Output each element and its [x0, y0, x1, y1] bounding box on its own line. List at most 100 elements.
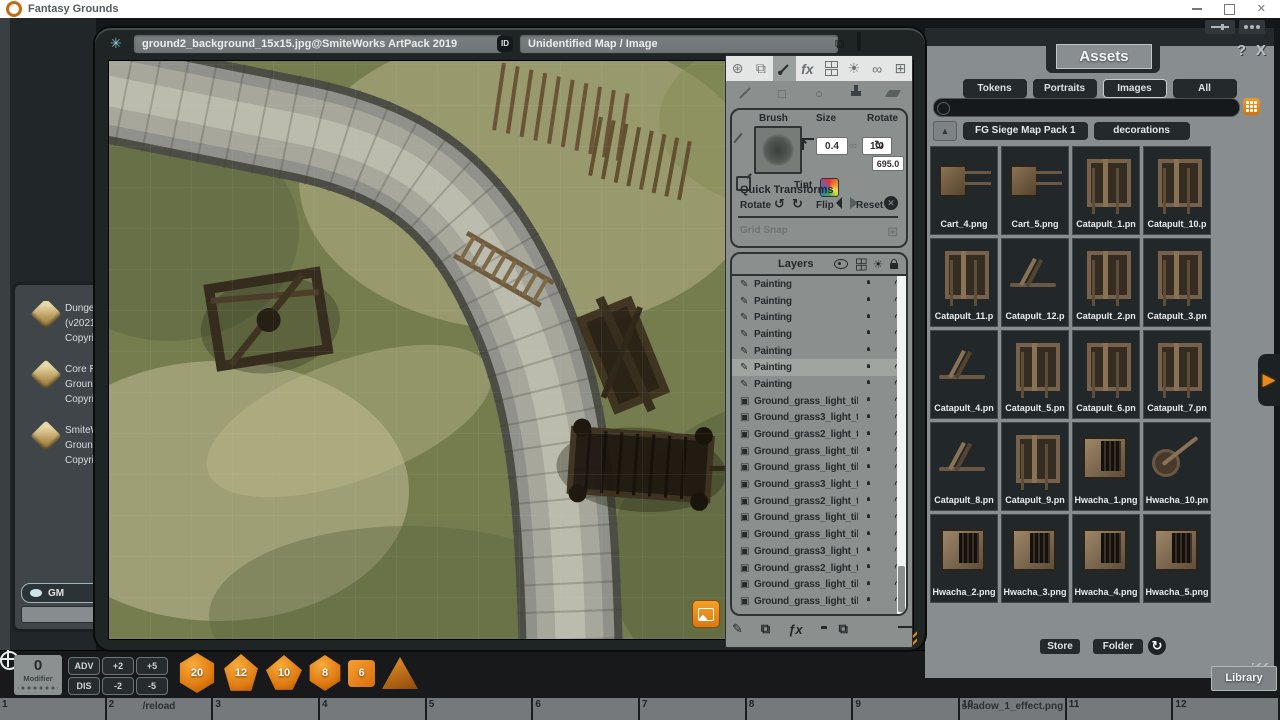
layer-row[interactable]: ✎ Painting [732, 309, 906, 326]
restore-icon[interactable] [1224, 4, 1235, 15]
asset-tile[interactable]: Catapult_3.pn [1143, 238, 1211, 327]
layer-row[interactable]: ▣ Ground_grass3_light_til... [732, 543, 906, 560]
breadcrumb-chip[interactable]: decorations [1094, 122, 1190, 140]
asset-tab[interactable]: Images [1103, 79, 1167, 98]
layer-row[interactable]: ✎ Painting [732, 293, 906, 310]
die[interactable]: 20 [178, 653, 216, 693]
layer-row[interactable]: ✎ Painting [732, 376, 906, 393]
lock-icon[interactable] [857, 34, 861, 52]
grid-mode-icon[interactable]: ⊞ [889, 56, 912, 81]
layer-row[interactable]: ▣ Ground_grass_light_tile... [732, 443, 906, 460]
brush-rotate-input[interactable] [872, 156, 904, 171]
asset-tile[interactable]: Hwacha_4.png [1072, 514, 1140, 603]
panel-close-icon[interactable]: X [1256, 42, 1266, 59]
asset-tile[interactable]: Cart_4.png [930, 146, 998, 235]
refresh-icon[interactable]: ↻ [1148, 637, 1166, 655]
layer-row[interactable]: ▣ Ground_grass3_light_til... [732, 476, 906, 493]
grid-view-button[interactable] [1243, 98, 1260, 115]
layer-row[interactable]: ▣ Ground_grass_light_tile... [732, 576, 906, 593]
grid-snap-label[interactable]: Grid Snap [740, 225, 788, 236]
layer-row[interactable]: ▣ Ground_grass_light_tile... [732, 460, 906, 477]
line-tool-icon[interactable] [726, 81, 763, 105]
asset-tile[interactable]: Catapult_12.p [1001, 238, 1069, 327]
layer-row[interactable]: ✎ Painting [732, 276, 906, 293]
layer-row[interactable]: ▣ Ground_grass2_light_til... [732, 560, 906, 577]
asset-tile[interactable]: Catapult_11.p [930, 238, 998, 327]
die[interactable]: 10 [266, 655, 302, 691]
asset-tile[interactable]: Catapult_4.pn [930, 330, 998, 419]
lighting-all-icon[interactable]: ☀ [873, 258, 883, 271]
brush-preview[interactable] [754, 126, 802, 174]
rotate-dial-icon[interactable]: ↻ [874, 138, 884, 152]
add-paint-layer-icon[interactable]: ✎ [732, 621, 743, 637]
hotkey-slot[interactable]: 9 [853, 698, 960, 720]
asset-tile[interactable]: Catapult_8.pn [930, 422, 998, 511]
share-cards-icon[interactable]: ⧉ [835, 36, 844, 52]
map-file-field[interactable]: ground2_background_15x15.jpg@SmiteWorks … [133, 34, 503, 54]
map-name-field[interactable]: Unidentified Map / Image [519, 34, 839, 54]
minus5-button[interactable]: -5 [136, 677, 168, 695]
toolbar-users-button[interactable] [1239, 20, 1265, 34]
asset-tile[interactable]: Hwacha_1.png [1072, 422, 1140, 511]
layers-mode-icon[interactable]: ⧉ [749, 56, 772, 81]
hotkey-slot[interactable]: 6 [533, 698, 640, 720]
adv-button[interactable]: ADV [68, 657, 100, 675]
layer-row[interactable]: ▣ Ground_grass2_light_til... [732, 426, 906, 443]
dis-button[interactable]: DIS [68, 677, 100, 695]
link-mode-icon[interactable]: ∞ [866, 56, 889, 81]
layers-scrollbar[interactable] [897, 276, 906, 614]
close-icon[interactable]: ✕ [1257, 4, 1266, 15]
add-stack-layer-icon[interactable]: ⧉ [761, 621, 770, 637]
paint-mode-icon[interactable] [773, 56, 796, 81]
rotate-ccw-icon[interactable]: ↺ [774, 196, 785, 212]
asset-tab[interactable]: Portraits [1033, 79, 1097, 98]
breadcrumb-chip[interactable]: FG Siege Map Pack 1 [963, 122, 1088, 140]
brush-size-input[interactable] [816, 137, 848, 155]
asset-tab[interactable]: Tokens [963, 79, 1027, 98]
die[interactable]: 12 [223, 654, 259, 692]
layer-row[interactable]: ✎ Painting [732, 359, 906, 376]
hotkey-slot[interactable]: 11 [1067, 698, 1174, 720]
reset-icon[interactable]: ✕ [884, 196, 898, 210]
minimize-icon[interactable] [1192, 8, 1202, 10]
compass-mode-icon[interactable]: ⊛ [726, 56, 749, 81]
eraser-tool-icon[interactable] [875, 81, 912, 105]
folder-button[interactable]: Folder [1093, 639, 1143, 654]
layer-row[interactable]: ▣ Ground_grass_light_tile... [732, 526, 906, 543]
plus5-button[interactable]: +5 [136, 657, 168, 675]
breadcrumb-up-button[interactable]: ▲ [933, 121, 957, 141]
library-button[interactable]: Library [1211, 666, 1277, 691]
toolbar-slider-button[interactable] [1205, 20, 1235, 34]
asset-tile[interactable]: Catapult_6.pn [1072, 330, 1140, 419]
asset-tile[interactable]: Catapult_5.pn [1001, 330, 1069, 419]
hotkey-slot[interactable]: 8 [747, 698, 854, 720]
rectangle-tool-icon[interactable]: □ [763, 81, 800, 105]
asset-tile[interactable]: Catapult_2.pn [1072, 238, 1140, 327]
effects-mode-icon[interactable]: fx [796, 56, 819, 81]
asset-tile[interactable]: Hwacha_10.pn [1143, 422, 1211, 511]
rotate-cw-icon[interactable]: ↻ [792, 196, 803, 212]
token-grid-icon[interactable] [856, 258, 865, 270]
asset-search-input[interactable] [933, 98, 1240, 117]
asset-tile[interactable]: Catapult_1.pn [1072, 146, 1140, 235]
hotkey-slot[interactable]: 7 [640, 698, 747, 720]
die[interactable]: 8 [309, 655, 341, 691]
hotkey-slot[interactable]: 1 [0, 698, 107, 720]
shortcut-asterisk-icon[interactable]: ✳ [110, 35, 122, 52]
layer-row[interactable]: ▣ Ground_grass3_light_til... [732, 410, 906, 427]
layer-row[interactable]: ✎ Painting [732, 326, 906, 343]
layer-row[interactable]: ▣ Ground_grass2_light_til... [732, 493, 906, 510]
minus2-button[interactable]: -2 [102, 677, 134, 695]
duplicate-layer-icon[interactable]: ⧉ [839, 621, 848, 637]
asset-tile[interactable]: Hwacha_5.png [1143, 514, 1211, 603]
asset-tile[interactable]: Catapult_10.p [1143, 146, 1211, 235]
asset-tile[interactable]: Hwacha_2.png [930, 514, 998, 603]
layer-row[interactable]: ▣ Ground_grass_light_tile... [732, 593, 906, 610]
store-button[interactable]: Store [1040, 639, 1080, 654]
layer-row[interactable]: ▣ Ground_grass_light_tile... [732, 393, 906, 410]
add-effect-layer-icon[interactable]: ƒx [788, 622, 802, 637]
help-icon[interactable]: ? [1237, 42, 1246, 59]
stamp-tool-icon[interactable] [838, 81, 875, 105]
hotkey-slot[interactable]: 10 shadow_1_effect.png [960, 698, 1067, 720]
layer-row[interactable]: ✎ Painting [732, 343, 906, 360]
